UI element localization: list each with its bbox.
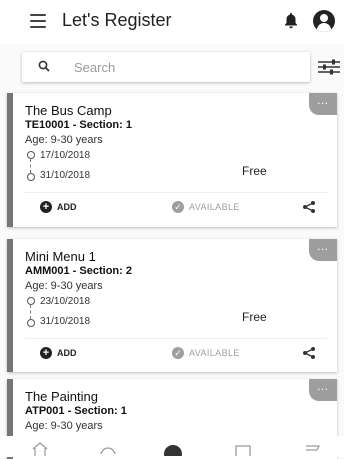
event-card[interactable]: … Mini Menu 1 AMM001 - Section: 2 Age: 9… — [7, 239, 337, 372]
event-title: Mini Menu 1 — [25, 249, 96, 264]
event-title: The Painting — [25, 389, 98, 404]
add-label: ADD — [57, 202, 77, 212]
home-icon[interactable] — [30, 440, 50, 456]
account-icon[interactable] — [313, 10, 335, 32]
share-icon[interactable] — [302, 200, 316, 214]
info-icon[interactable] — [163, 440, 183, 456]
more-options-button[interactable]: … — [309, 379, 337, 401]
filter-icon[interactable] — [318, 58, 340, 76]
card-accent-stripe — [7, 239, 13, 372]
card-divider — [25, 192, 327, 193]
event-age-range: Age: 9-30 years — [25, 420, 103, 432]
event-code: TE10001 - Section: 1 — [25, 119, 132, 131]
bottom-navigation — [0, 436, 344, 457]
more-options-button[interactable]: … — [309, 93, 337, 115]
event-price: Free — [242, 310, 267, 324]
add-label: ADD — [57, 348, 77, 358]
event-price: Free — [242, 164, 267, 178]
start-date: 17/10/2018 — [40, 150, 91, 161]
event-age-range: Age: 9-30 years — [25, 280, 103, 292]
event-code: AMM001 - Section: 2 — [25, 265, 132, 277]
event-age-range: Age: 9-30 years — [25, 134, 103, 146]
end-date: 31/10/2018 — [40, 316, 91, 327]
search-bar — [22, 52, 310, 82]
plus-circle-icon: + — [40, 201, 52, 213]
check-circle-icon: ✓ — [172, 201, 184, 213]
calendar-icon[interactable] — [233, 440, 253, 456]
page-title: Let's Register — [62, 10, 172, 30]
search-icon — [38, 60, 50, 72]
app-bar: Let's Register — [0, 0, 344, 44]
flag-icon[interactable] — [303, 440, 323, 456]
card-accent-stripe — [7, 93, 13, 227]
start-date: 23/10/2018 — [40, 296, 91, 307]
share-icon[interactable] — [302, 346, 316, 360]
event-code: ATP001 - Section: 1 — [25, 405, 127, 417]
more-options-button[interactable]: … — [309, 239, 337, 261]
date-timeline-icon — [26, 297, 36, 327]
menu-icon[interactable] — [30, 14, 46, 28]
search-input[interactable] — [74, 58, 294, 76]
bell-icon[interactable] — [283, 12, 299, 30]
status-label: AVAILABLE — [189, 202, 240, 212]
plus-circle-icon: + — [40, 347, 52, 359]
event-title: The Bus Camp — [25, 103, 112, 118]
check-circle-icon: ✓ — [172, 347, 184, 359]
explore-icon[interactable] — [98, 440, 118, 456]
event-card[interactable]: … The Bus Camp TE10001 - Section: 1 Age:… — [7, 93, 337, 227]
card-divider — [25, 338, 327, 339]
date-timeline-icon — [26, 151, 36, 181]
status-label: AVAILABLE — [189, 348, 240, 358]
end-date: 31/10/2018 — [40, 170, 91, 181]
